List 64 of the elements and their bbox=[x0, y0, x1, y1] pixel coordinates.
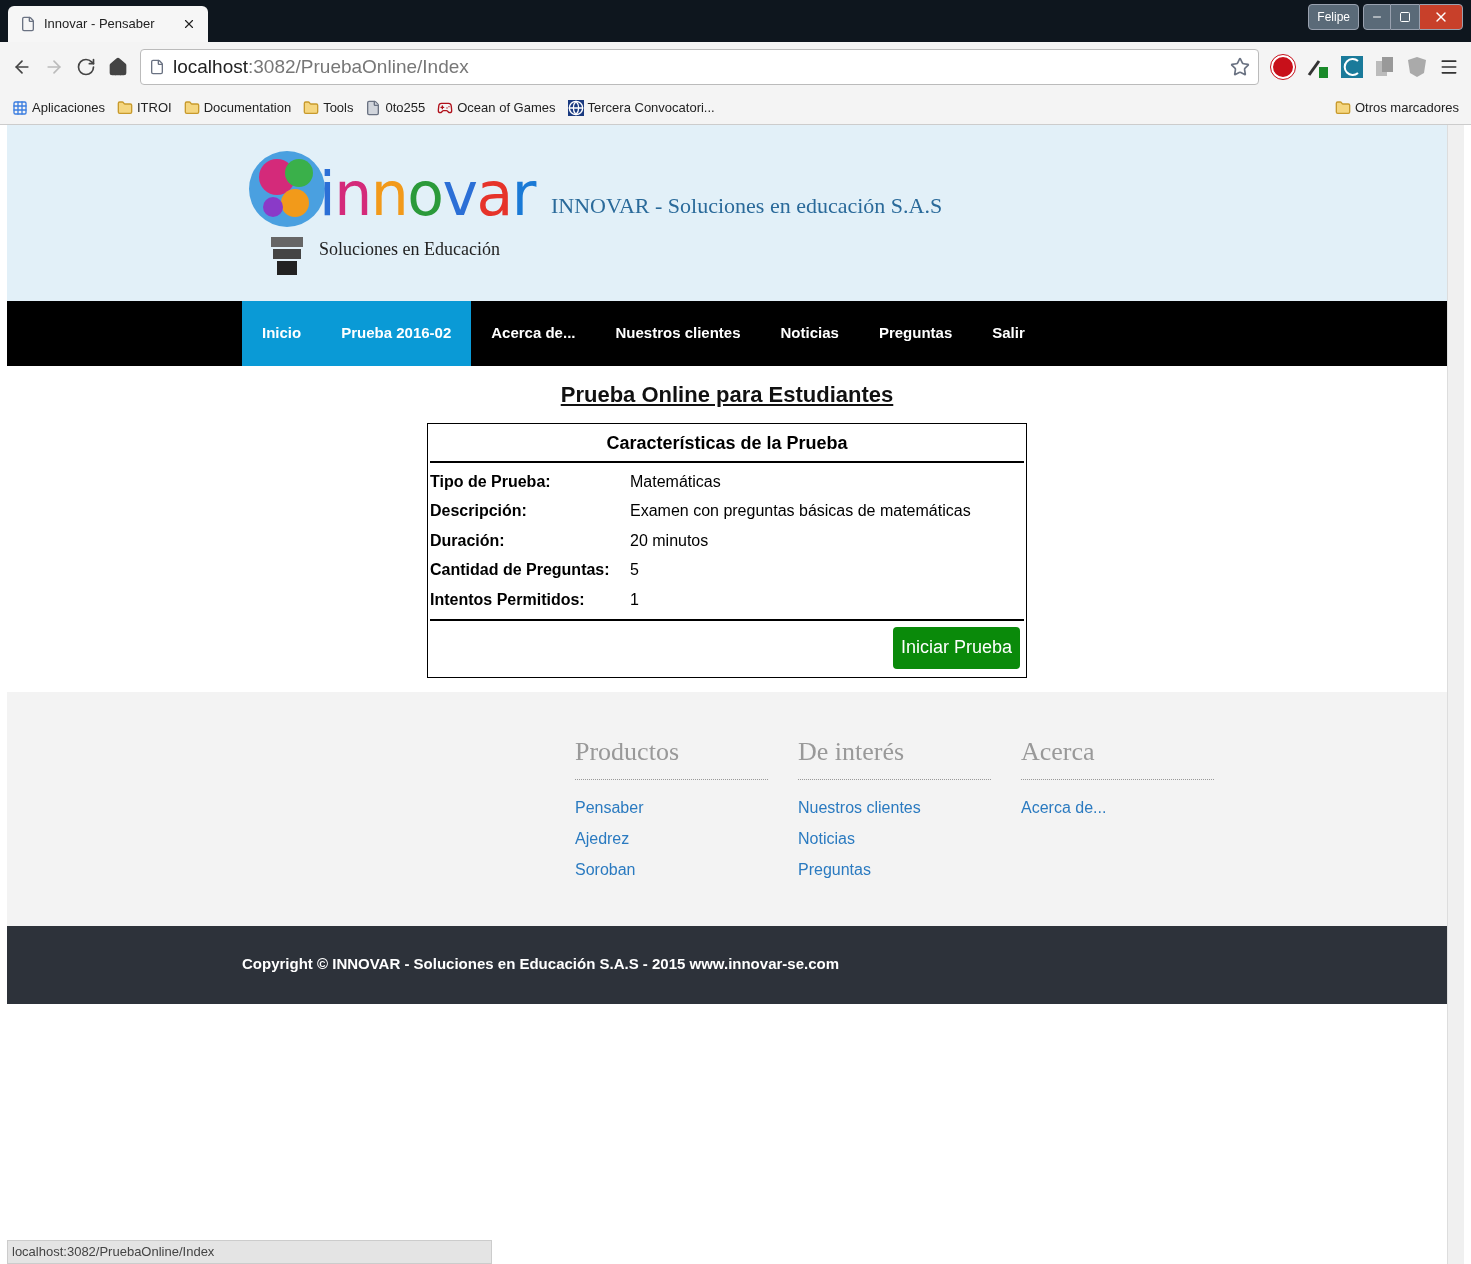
field-value: 20 minutos bbox=[630, 530, 709, 551]
bookmark-item[interactable]: Ocean of Games bbox=[437, 98, 556, 118]
footer-link[interactable]: Nuestros clientes bbox=[798, 795, 991, 827]
close-icon[interactable] bbox=[182, 17, 196, 31]
page-icon bbox=[365, 100, 382, 116]
page-heading: Prueba Online para Estudiantes bbox=[560, 381, 894, 409]
profile-button[interactable]: Felipe bbox=[1308, 4, 1359, 30]
start-test-button[interactable]: Iniciar Prueba bbox=[892, 626, 1020, 669]
bookmark-item[interactable]: Aplicaciones bbox=[12, 98, 105, 118]
bookmark-item[interactable]: Tercera Convocatori... bbox=[567, 98, 715, 118]
bookmark-item[interactable]: Documentation bbox=[183, 98, 292, 118]
field-label: Descripción: bbox=[430, 501, 528, 522]
bookmark-item[interactable]: Tools bbox=[303, 98, 354, 118]
footer-link[interactable]: Acerca de... bbox=[1021, 795, 1214, 827]
page-icon bbox=[149, 59, 165, 75]
copyright-text: Copyright © INNOVAR - Soluciones en Educación S.A.S - 2015 www.innovar-se.com bbox=[242, 954, 839, 975]
site-title: INNOVAR - Soluciones en educación S.A.S bbox=[550, 191, 943, 220]
field-value: Examen con preguntas básicas de matemáticas bbox=[630, 501, 971, 522]
nav-link[interactable]: Acerca de... bbox=[471, 301, 596, 366]
field-label: Tipo de Prueba: bbox=[430, 471, 552, 492]
browser-tab[interactable]: Innovar - Pensaber bbox=[8, 6, 208, 42]
folder-icon bbox=[183, 100, 200, 116]
home-icon[interactable] bbox=[108, 57, 128, 77]
folder-icon bbox=[303, 100, 320, 116]
page-icon bbox=[20, 16, 36, 32]
restore-button[interactable] bbox=[1391, 4, 1419, 30]
logo-wordmark: innovar bbox=[319, 163, 535, 224]
folder-icon bbox=[1334, 100, 1351, 116]
footer-link[interactable]: Pensaber bbox=[575, 795, 768, 827]
menu-icon[interactable] bbox=[1439, 57, 1459, 77]
scrollbar[interactable] bbox=[1447, 125, 1464, 1264]
field-value: 1 bbox=[630, 589, 639, 610]
bookmark-item[interactable]: 0to255 bbox=[365, 98, 426, 118]
nav-link[interactable]: Noticias bbox=[760, 301, 859, 366]
bookmark-item[interactable]: ITROI bbox=[117, 98, 172, 118]
nav-link[interactable]: Salir bbox=[972, 301, 1045, 366]
footer-heading: Acerca bbox=[1021, 731, 1214, 780]
nav-link[interactable]: Nuestros clientes bbox=[595, 301, 761, 366]
bookmark-item[interactable]: Otros marcadores bbox=[1334, 98, 1459, 118]
field-label: Duración: bbox=[430, 530, 506, 551]
restore-icon bbox=[1399, 11, 1411, 23]
footer-link[interactable]: Ajedrez bbox=[575, 826, 768, 858]
card-heading: Características de la Prueba bbox=[430, 426, 1024, 463]
field-label: Intentos Permitidos: bbox=[430, 589, 586, 610]
reload-icon[interactable] bbox=[76, 57, 96, 77]
field-value: Matemáticas bbox=[630, 471, 721, 492]
footer-link[interactable]: Noticias bbox=[798, 826, 991, 858]
folder-icon bbox=[117, 100, 133, 116]
footer-heading: Productos bbox=[575, 731, 768, 780]
globe-icon bbox=[567, 100, 584, 116]
apps-icon bbox=[12, 100, 28, 116]
nav-link[interactable]: Preguntas bbox=[858, 301, 973, 366]
status-bar: localhost:3082/PruebaOnline/Index bbox=[7, 1240, 492, 1264]
star-icon[interactable] bbox=[1230, 57, 1250, 77]
url-text: localhost:3082/PruebaOnline/Index bbox=[173, 54, 470, 79]
field-label: Cantidad de Preguntas: bbox=[430, 560, 611, 581]
field-value: 5 bbox=[630, 560, 639, 581]
footer-link[interactable]: Preguntas bbox=[798, 857, 991, 889]
logo-tagline: Soluciones en Educación bbox=[319, 237, 501, 261]
gamepad-icon bbox=[437, 100, 454, 116]
footer-link[interactable]: Soroban bbox=[575, 857, 768, 889]
copy-icon[interactable] bbox=[1375, 56, 1395, 78]
address-bar[interactable]: localhost:3082/PruebaOnline/Index bbox=[140, 49, 1259, 85]
footer-heading: De interés bbox=[798, 731, 991, 780]
